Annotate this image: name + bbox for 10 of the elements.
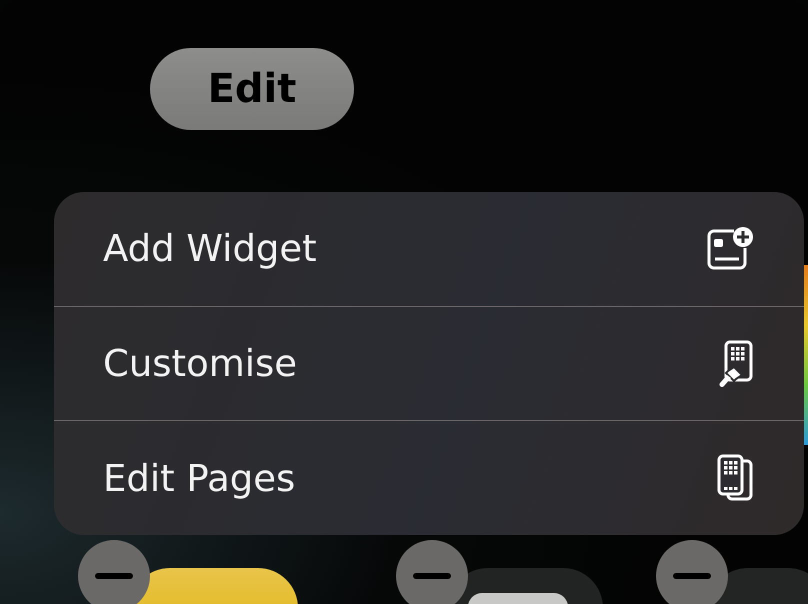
widget-add-icon [706, 226, 754, 272]
menu-item[interactable]: Add Widget [103, 227, 317, 270]
minus-icon [94, 572, 134, 580]
minus-icon [672, 572, 712, 580]
edit-button[interactable]: Edit [150, 48, 354, 130]
pages-icon [716, 453, 754, 504]
menu-item[interactable]: Edit Pages [103, 456, 296, 500]
brush-icon [718, 338, 754, 388]
menu-item[interactable]: Customise [103, 342, 298, 385]
minus-icon [412, 572, 452, 580]
